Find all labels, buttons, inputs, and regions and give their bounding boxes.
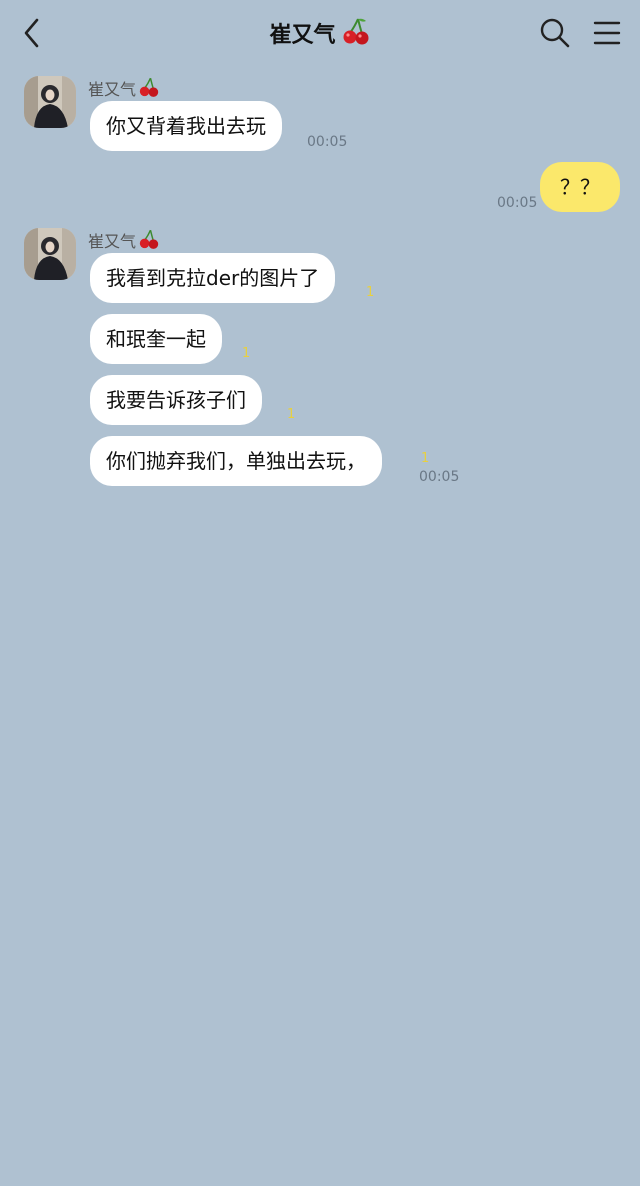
unread-count: 1: [421, 451, 430, 466]
contact-avatar[interactable]: [24, 228, 76, 280]
message-text: 和珉奎一起: [106, 327, 206, 351]
message-text: 你们抛弃我们，单独出去玩，: [106, 449, 366, 473]
message-text: ？？: [560, 175, 600, 199]
search-button[interactable]: [538, 16, 572, 50]
message-bubble-incoming[interactable]: 和珉奎一起: [90, 314, 222, 364]
message-bubble-incoming[interactable]: 我要告诉孩子们: [90, 375, 262, 425]
cherry-icon: [341, 16, 371, 59]
search-icon: [540, 18, 570, 48]
chat-title: 崔又气: [269, 23, 336, 48]
contact-avatar[interactable]: [24, 76, 76, 128]
message-bubble-incoming[interactable]: 你们抛弃我们，单独出去玩，: [90, 436, 382, 486]
message-text: 我要告诉孩子们: [106, 388, 246, 412]
chat-header: 崔又气: [0, 0, 640, 66]
unread-count: 1: [242, 346, 251, 361]
message-bubble-outgoing[interactable]: ？？: [540, 162, 620, 212]
message-time: 00:05: [497, 195, 538, 211]
cherry-icon: [138, 76, 160, 104]
message-time: 00:05: [419, 469, 460, 485]
message-bubble-incoming[interactable]: 我看到克拉der的图片了: [90, 253, 336, 303]
message-text: 你又背着我出去玩: [106, 114, 266, 138]
cherry-icon: [138, 228, 160, 256]
menu-button[interactable]: [592, 18, 622, 48]
unread-count: 1: [287, 407, 296, 422]
message-bubble-incoming[interactable]: 你又背着我出去玩: [90, 101, 282, 151]
unread-count: 1: [366, 285, 375, 300]
sender-name: 崔又气: [88, 228, 160, 251]
message-time: 00:05: [307, 134, 348, 150]
sender-name: 崔又气: [88, 76, 160, 99]
message-text: 我看到克拉der的图片了: [106, 266, 320, 290]
hamburger-menu-icon: [593, 21, 621, 45]
